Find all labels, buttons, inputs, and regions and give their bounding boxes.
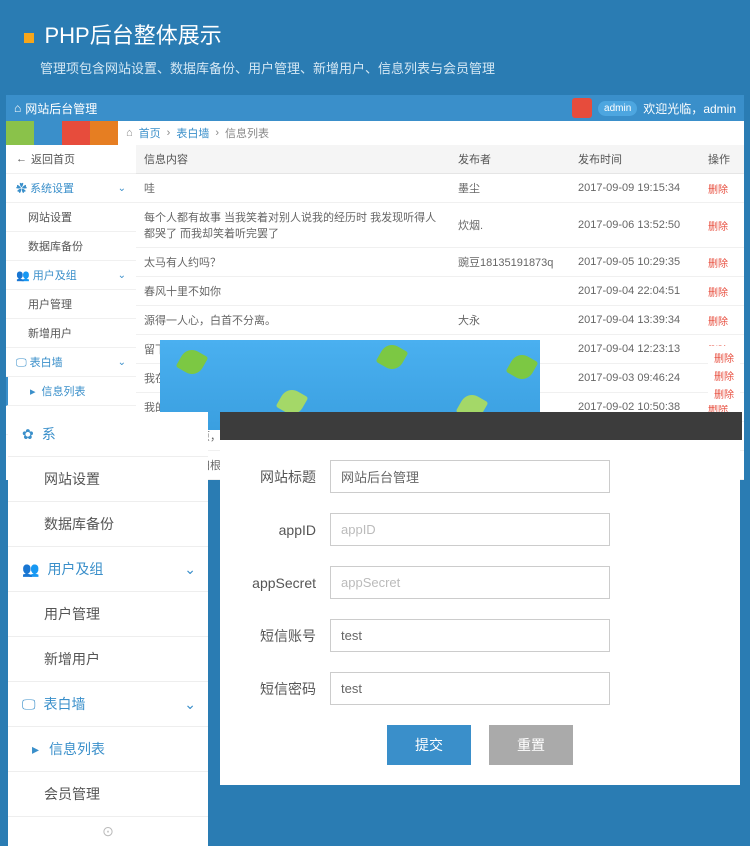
breadcrumb: ⌂ 首页 › 表白墙 › 信息列表 (118, 121, 277, 145)
cell-author: 炊烟. (450, 203, 570, 248)
table-row: 哇墨尘2017-09-09 19:15:34 删除 (136, 174, 744, 203)
sidebar-info-list[interactable]: ▸信息列表 (6, 377, 136, 406)
chevron-down-icon: ⌄ (118, 183, 126, 194)
cell-content: 春风十里不如你 (136, 277, 450, 306)
sidebar-site-settings[interactable]: 网站设置 (8, 457, 208, 502)
sidebar-add-user[interactable]: 新增用户 (8, 637, 208, 682)
home-icon[interactable]: ⌂ (14, 101, 21, 115)
sidebar-db-backup[interactable]: 数据库备份 (6, 232, 136, 261)
input-site-title[interactable] (330, 460, 610, 493)
cell-content: 每个人都有故事 当我笑着对别人说我的经历时 我发现听得人都哭了 而我却笑着听完罢… (136, 203, 450, 248)
monitor-icon: 🖵 (22, 696, 36, 713)
breadcrumb-home-icon[interactable]: ⌂ (126, 127, 133, 139)
admin-badge[interactable]: admin (598, 101, 637, 116)
th-author: 发布者 (450, 145, 570, 174)
table-row: 太马有人约吗？豌豆18135191873q2017-09-05 10:29:35… (136, 248, 744, 277)
gear-icon: ✿ (22, 426, 34, 443)
topbar-title: 网站后台管理 (25, 100, 97, 117)
th-action: 操作 (700, 145, 744, 174)
form-title-bar (220, 412, 742, 440)
submit-button[interactable]: 提交 (387, 725, 471, 765)
color-orange[interactable] (90, 121, 118, 145)
delete-link[interactable]: 删除 (708, 317, 728, 328)
topbar: ⌂ 网站后台管理 admin 欢迎光临，admin (6, 95, 744, 121)
th-content: 信息内容 (136, 145, 450, 174)
color-switcher (6, 121, 118, 145)
back-icon: ← (16, 153, 27, 165)
cell-time: 2017-09-09 19:15:34 (570, 174, 700, 203)
page-subtitle: 管理项包含网站设置、数据库备份、用户管理、新增用户、信息列表与会员管理 (0, 54, 750, 89)
delete-link[interactable]: 删除 (708, 222, 728, 233)
sidebar-user-mgmt[interactable]: 用户管理 (6, 290, 136, 319)
sidebar-add-user[interactable]: 新增用户 (6, 319, 136, 348)
chevron-down-icon: ⌄ (184, 696, 196, 713)
label-appsecret: appSecret (220, 575, 330, 591)
page-header: PHP后台整体展示 (0, 0, 750, 54)
input-appsecret[interactable] (330, 566, 610, 599)
label-appid: appID (220, 522, 330, 538)
cell-author: 大永 (450, 306, 570, 335)
users-icon: 👥 (22, 561, 39, 578)
cell-time: 2017-09-06 13:52:50 (570, 203, 700, 248)
chevron-down-icon: ⌄ (118, 357, 126, 368)
cell-author (450, 277, 570, 306)
table-row: 源得一人心，白首不分离。大永2017-09-04 13:39:34 删除 (136, 306, 744, 335)
cell-content: 源得一人心，白首不分离。 (136, 306, 450, 335)
chevron-down-icon: ⌄ (184, 561, 196, 578)
settings-form: 网站标题 appID appSecret 短信账号 短信密码 提交 重置 (220, 440, 740, 785)
color-blue[interactable] (34, 121, 62, 145)
cell-time: 2017-09-04 12:23:13 (570, 335, 700, 364)
sidebar-back[interactable]: ←返回首页 (6, 145, 136, 174)
monitor-icon: 🖵 (16, 357, 27, 369)
sidebar-site-settings[interactable]: 网站设置 (6, 203, 136, 232)
input-appid[interactable] (330, 513, 610, 546)
sidebar-users[interactable]: 👥 用户及组⌄ (6, 261, 136, 290)
sidebar-system[interactable]: ✿系 (8, 412, 208, 457)
users-icon: 👥 (16, 270, 30, 282)
cell-time: 2017-09-05 10:29:35 (570, 248, 700, 277)
welcome-text: 欢迎光临，admin (643, 100, 736, 117)
bullet-icon (24, 33, 34, 43)
table-row: 每个人都有故事 当我笑着对别人说我的经历时 我发现听得人都哭了 而我却笑着听完罢… (136, 203, 744, 248)
cell-content: 哇 (136, 174, 450, 203)
color-green[interactable] (6, 121, 34, 145)
sidebar-system[interactable]: ✿ 系统设置⌄ (6, 174, 136, 203)
reset-button[interactable]: 重置 (489, 725, 573, 765)
delete-link[interactable]: 删除 (708, 185, 728, 196)
breadcrumb-section[interactable]: 表白墙 (176, 125, 209, 141)
sidebar-users[interactable]: 👥用户及组⌄ (8, 547, 208, 592)
cell-time: 2017-09-04 13:39:34 (570, 306, 700, 335)
page-title: PHP后台整体展示 (44, 23, 221, 48)
delete-link[interactable]: 删除 (708, 259, 728, 270)
cell-author: 墨尘 (450, 174, 570, 203)
sidebar-db-backup[interactable]: 数据库备份 (8, 502, 208, 547)
collapse-button[interactable]: ⊙ (8, 817, 208, 846)
cell-time: 2017-09-04 22:04:51 (570, 277, 700, 306)
delete-link[interactable]: 删除 (708, 382, 740, 405)
sidebar-info-list[interactable]: ▸信息列表 (8, 727, 208, 772)
delete-link[interactable]: 删除 (708, 288, 728, 299)
table-row: 春风十里不如你 2017-09-04 22:04:51 删除 (136, 277, 744, 306)
color-red[interactable] (62, 121, 90, 145)
label-site-title: 网站标题 (220, 467, 330, 487)
cell-author: 豌豆18135191873q (450, 248, 570, 277)
sidebar-large: ✿系 网站设置 数据库备份 👥用户及组⌄ 用户管理 新增用户 🖵表白墙⌄ ▸信息… (8, 412, 208, 846)
notification-icon[interactable] (572, 98, 592, 118)
breadcrumb-current: 信息列表 (225, 125, 269, 141)
input-sms-password[interactable] (330, 672, 610, 705)
sidebar-wall[interactable]: 🖵 表白墙⌄ (6, 348, 136, 377)
breadcrumb-home[interactable]: 首页 (139, 125, 161, 141)
sidebar-members[interactable]: 会员管理 (8, 772, 208, 817)
input-sms-account[interactable] (330, 619, 610, 652)
cell-time: 2017-09-03 09:46:24 (570, 364, 700, 393)
sidebar-wall[interactable]: 🖵表白墙⌄ (8, 682, 208, 727)
sidebar-user-mgmt[interactable]: 用户管理 (8, 592, 208, 637)
label-sms-account: 短信账号 (220, 626, 330, 646)
th-time: 发布时间 (570, 145, 700, 174)
label-sms-password: 短信密码 (220, 679, 330, 699)
chevron-down-icon: ⌄ (118, 270, 126, 281)
gear-icon: ✿ (16, 183, 27, 195)
cell-content: 太马有人约吗？ (136, 248, 450, 277)
